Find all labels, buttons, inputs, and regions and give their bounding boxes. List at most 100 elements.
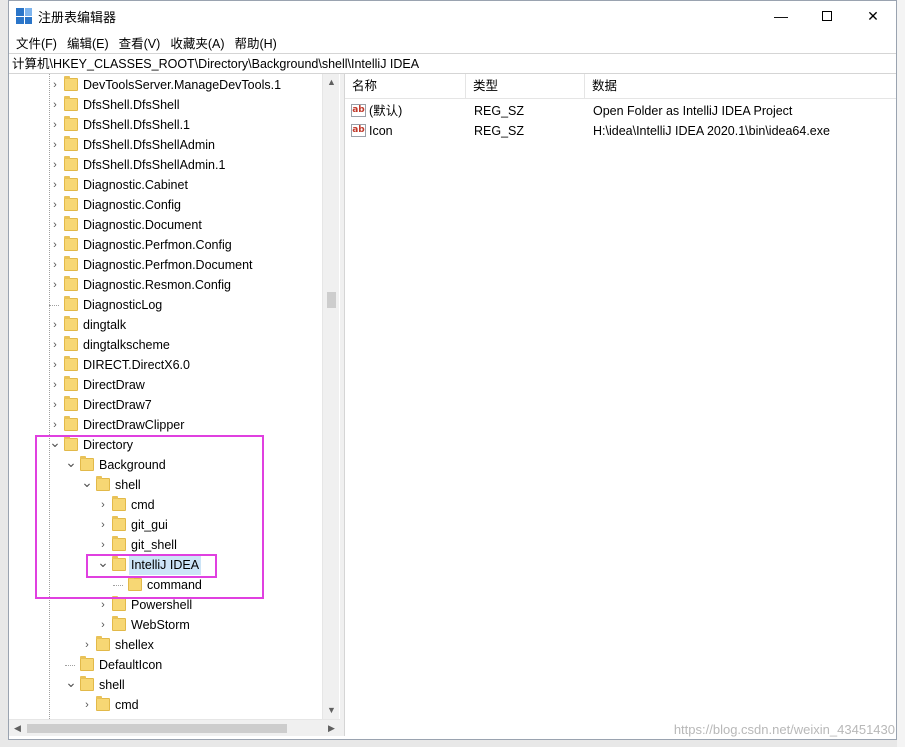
tree-node-label: dingtalk (83, 318, 127, 332)
tree-node[interactable]: › DirectDrawClipper (9, 415, 322, 435)
tree-node[interactable]: › Diagnostic.Document (9, 215, 322, 235)
values-list-header: 名称 类型 数据 (345, 74, 896, 99)
chevron-right-icon[interactable]: › (49, 215, 61, 235)
folder-icon (64, 356, 78, 371)
registry-editor-window: 注册表编辑器 — ✕ 文件(F) 编辑(E) 查看(V) 收藏夹(A) 帮助(H… (8, 0, 897, 740)
column-type[interactable]: 类型 (466, 74, 585, 99)
chevron-right-icon[interactable]: › (49, 255, 61, 275)
tree-node-label: Diagnostic.Resmon.Config (83, 278, 231, 292)
folder-icon (64, 176, 78, 191)
value-row[interactable]: ab Icon REG_SZ H:\idea\IntelliJ IDEA 202… (345, 121, 896, 141)
scroll-down-arrow-icon[interactable]: ▼ (323, 702, 340, 719)
tree-node-label: DiagnosticLog (83, 298, 163, 312)
folder-icon (64, 116, 78, 131)
value-type: REG_SZ (474, 104, 525, 118)
tree-node[interactable]: ⌄ shell (9, 675, 322, 695)
vertical-scroll-thumb[interactable] (327, 292, 336, 308)
tree-node[interactable]: › DfsShell.DfsShellAdmin.1 (9, 155, 322, 175)
tree-node-label: Diagnostic.Document (83, 218, 202, 232)
chevron-right-icon[interactable]: › (49, 395, 61, 415)
close-button[interactable]: ✕ (850, 1, 896, 31)
folder-icon (80, 656, 94, 671)
key-tree[interactable]: › DevToolsServer.ManageDevTools.1 › DfsShel… (9, 74, 340, 719)
tree-horizontal-scrollbar[interactable]: ◀ ▶ (9, 719, 340, 736)
tree-node[interactable]: DiagnosticLog (9, 295, 322, 315)
chevron-right-icon[interactable]: › (49, 175, 61, 195)
tree-node[interactable]: › Diagnostic.Cabinet (9, 175, 322, 195)
menu-bar: 文件(F) 编辑(E) 查看(V) 收藏夹(A) 帮助(H) (9, 31, 896, 53)
tree-node-label: shell (99, 678, 125, 692)
tree-node[interactable]: › Diagnostic.Perfmon.Document (9, 255, 322, 275)
tree-guide-line (49, 74, 50, 719)
folder-icon (64, 296, 78, 311)
value-row[interactable]: ab (默认) REG_SZ Open Folder as IntelliJ I… (345, 101, 896, 121)
tree-node[interactable]: › DfsShell.DfsShellAdmin (9, 135, 322, 155)
chevron-right-icon[interactable]: › (49, 195, 61, 215)
tree-node[interactable]: › DIRECT.DirectX6.0 (9, 355, 322, 375)
maximize-button[interactable] (804, 1, 850, 31)
tree-node[interactable]: › Diagnostic.Resmon.Config (9, 275, 322, 295)
chevron-right-icon[interactable]: › (49, 75, 61, 95)
chevron-down-icon[interactable]: ⌄ (65, 675, 77, 695)
scroll-right-arrow-icon[interactable]: ▶ (323, 720, 340, 737)
tree-node[interactable]: › DfsShell.DfsShell.1 (9, 115, 322, 135)
column-name[interactable]: 名称 (345, 74, 466, 99)
tree-node-label: Diagnostic.Perfmon.Document (83, 258, 253, 272)
chevron-right-icon[interactable]: › (81, 635, 93, 655)
watermark: https://blog.csdn.net/weixin_43451430 (673, 722, 895, 737)
chevron-right-icon[interactable]: › (97, 615, 109, 635)
chevron-right-icon[interactable]: › (49, 235, 61, 255)
chevron-right-icon[interactable]: › (49, 115, 61, 135)
chevron-right-icon[interactable]: › (49, 135, 61, 155)
tree-node[interactable]: DefaultIcon (9, 655, 322, 675)
tree-connector (49, 305, 59, 306)
chevron-right-icon[interactable]: › (49, 335, 61, 355)
tree-node[interactable]: › DfsShell.DfsShell (9, 95, 322, 115)
chevron-right-icon[interactable]: › (49, 155, 61, 175)
chevron-right-icon[interactable]: › (81, 695, 93, 715)
tree-node[interactable]: › dingtalkscheme (9, 335, 322, 355)
chevron-right-icon[interactable]: › (49, 415, 61, 435)
tree-node-label: DfsShell.DfsShellAdmin.1 (83, 158, 226, 172)
horizontal-scroll-thumb[interactable] (27, 724, 287, 733)
tree-node[interactable]: › DevToolsServer.ManageDevTools.1 (9, 75, 322, 95)
menu-edit[interactable]: 编辑(E) (62, 33, 114, 52)
tree-node-label: WebStorm (131, 618, 190, 632)
scroll-left-arrow-icon[interactable]: ◀ (9, 720, 26, 737)
tree-node-label: DirectDraw7 (83, 398, 152, 412)
tree-node-label: DfsShell.DfsShell.1 (83, 118, 190, 132)
tree-node[interactable]: › cmd (9, 695, 322, 715)
chevron-right-icon[interactable]: › (49, 275, 61, 295)
tree-node[interactable]: › WebStorm (9, 615, 322, 635)
chevron-right-icon[interactable]: › (49, 315, 61, 335)
folder-icon (64, 396, 78, 411)
tree-node[interactable]: › DirectDraw7 (9, 395, 322, 415)
scroll-up-arrow-icon[interactable]: ▲ (323, 74, 340, 91)
menu-file[interactable]: 文件(F) (11, 33, 62, 52)
tree-node[interactable]: › dingtalk (9, 315, 322, 335)
tree-node[interactable]: › Diagnostic.Perfmon.Config (9, 235, 322, 255)
tree-vertical-scrollbar[interactable]: ▲ ▼ (322, 74, 339, 719)
folder-icon (64, 196, 78, 211)
string-value-icon: ab (351, 104, 366, 117)
tree-node-label: DirectDraw (83, 378, 145, 392)
tree-node-label: cmd (115, 698, 139, 712)
tree-node-label: DfsShell.DfsShell (83, 98, 180, 112)
chevron-right-icon[interactable]: › (49, 375, 61, 395)
menu-favorites[interactable]: 收藏夹(A) (165, 33, 229, 52)
tree-node[interactable]: › Diagnostic.Config (9, 195, 322, 215)
minimize-button[interactable]: — (758, 1, 804, 31)
tree-node-label: DfsShell.DfsShellAdmin (83, 138, 215, 152)
menu-help[interactable]: 帮助(H) (229, 33, 281, 52)
chevron-right-icon[interactable]: › (49, 95, 61, 115)
menu-view[interactable]: 查看(V) (114, 33, 166, 52)
chevron-right-icon[interactable]: › (49, 355, 61, 375)
folder-icon (80, 676, 94, 691)
tree-node[interactable]: › shellex (9, 635, 322, 655)
tree-node-label: Diagnostic.Cabinet (83, 178, 188, 192)
address-bar[interactable]: 计算机\HKEY_CLASSES_ROOT\Directory\Backgrou… (9, 53, 896, 74)
column-data[interactable]: 数据 (585, 74, 896, 99)
tree-node[interactable]: › DirectDraw (9, 375, 322, 395)
tree-node-label: DIRECT.DirectX6.0 (83, 358, 190, 372)
tree-node-label: dingtalkscheme (83, 338, 170, 352)
